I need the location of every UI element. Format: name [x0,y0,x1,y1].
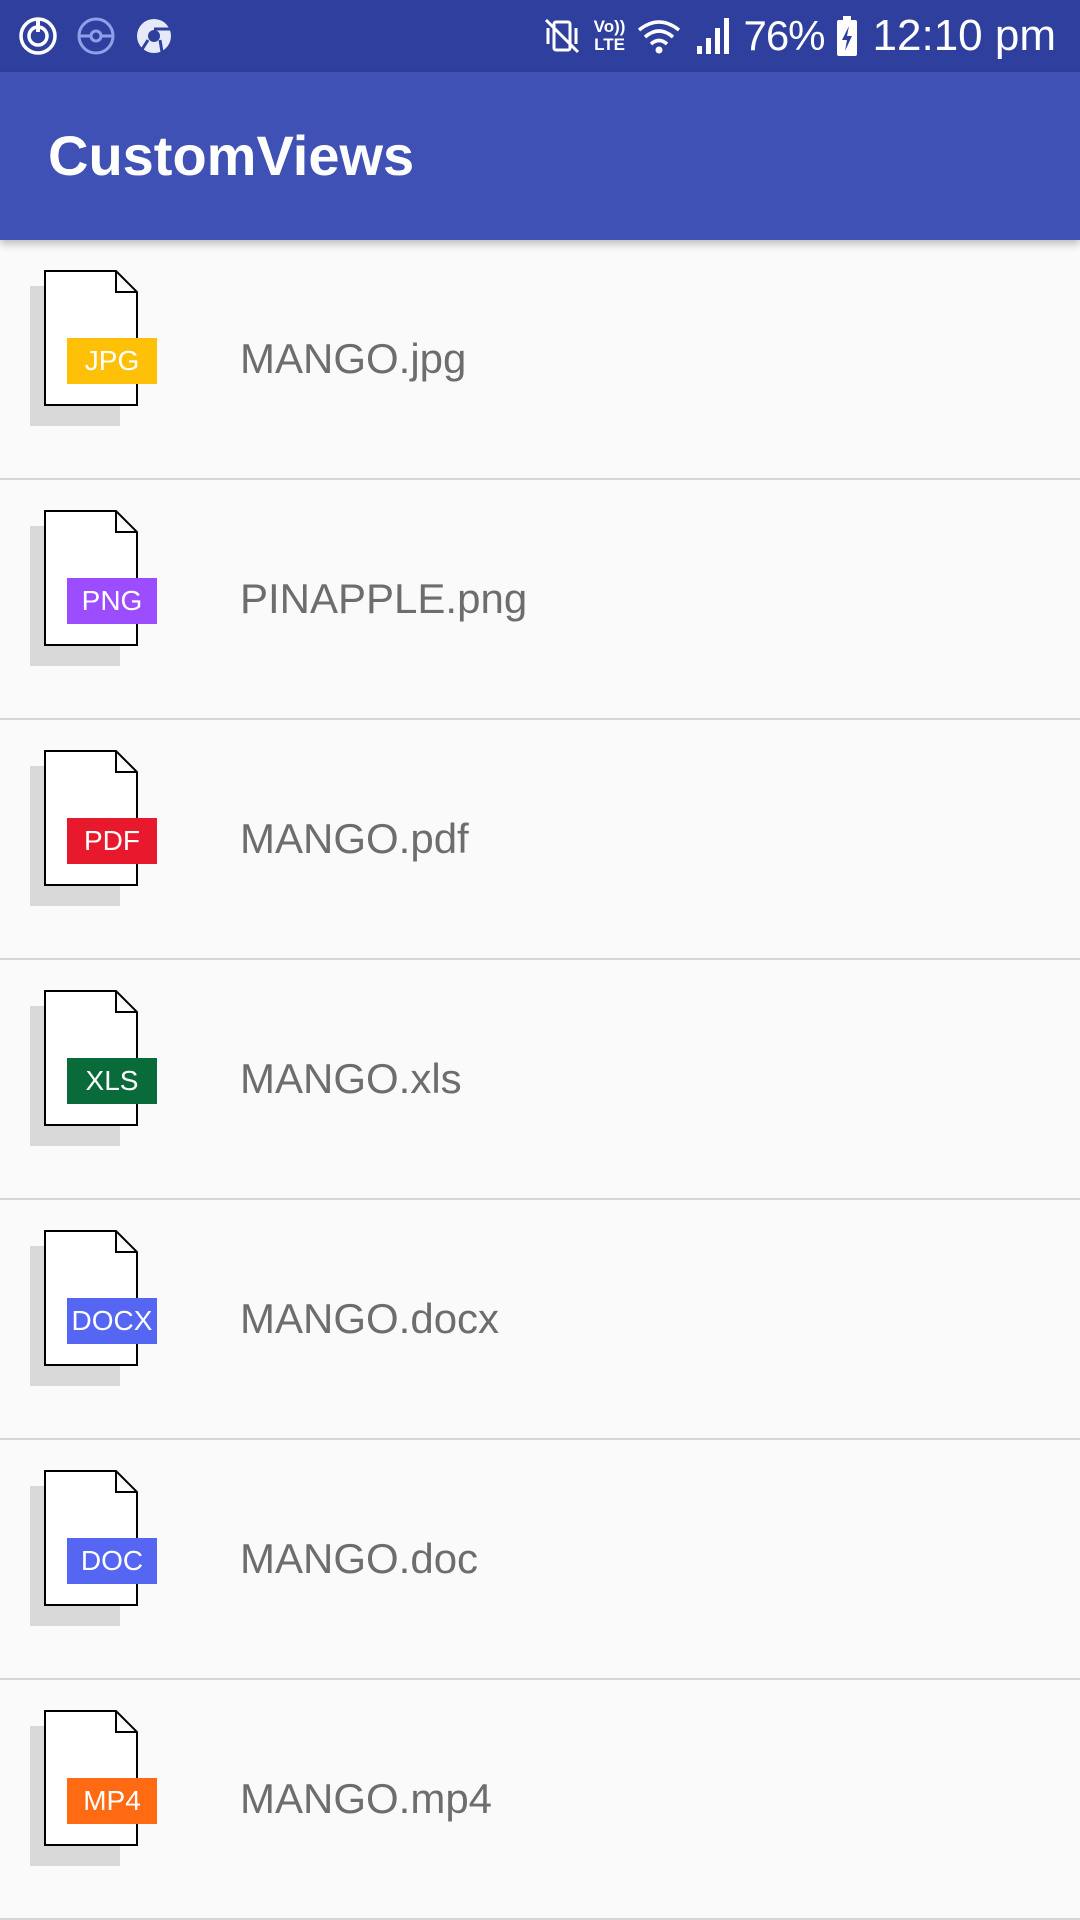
file-type-icon: MP4 [30,1710,160,1870]
file-type-icon: DOCX [30,1230,160,1390]
volte-top-label: Vo)) [593,17,626,36]
file-name: MANGO.pdf [240,815,469,862]
file-name: MANGO.jpg [240,335,467,382]
file-list-item[interactable]: PDF MANGO.pdf [0,720,1080,960]
file-list-item[interactable]: MP4 MANGO.mp4 [0,1680,1080,1920]
status-notification-icons [16,14,176,58]
file-list: JPG MANGO.jpg PNG PINAPPLE.png PDF MANGO… [0,240,1080,1920]
status-clock: 12:10 pm [872,11,1056,60]
app-title: CustomViews [48,124,415,187]
vibrate-mute-icon [540,14,584,58]
file-list-item[interactable]: XLS MANGO.xls [0,960,1080,1200]
file-name: MANGO.xls [240,1055,462,1102]
file-extension-badge: MP4 [67,1778,157,1824]
file-extension-badge: DOCX [67,1298,157,1344]
file-type-icon: JPG [30,270,160,430]
file-name: MANGO.docx [240,1295,500,1342]
file-type-icon: PNG [30,510,160,670]
file-type-icon: DOC [30,1470,160,1630]
file-list-item[interactable]: DOCX MANGO.docx [0,1200,1080,1440]
file-extension-badge: PDF [67,818,157,864]
file-list-item[interactable]: DOC MANGO.doc [0,1440,1080,1680]
file-type-icon: XLS [30,990,160,1150]
status-bar: Vo)) LTE 76% 12:10 pm [0,0,1080,72]
sync-icon [16,14,60,58]
chrome-icon [132,14,176,58]
file-name: MANGO.mp4 [240,1775,493,1822]
app-bar: CustomViews [0,72,1080,240]
file-extension-badge: JPG [67,338,157,384]
volte-bottom-label: LTE [594,35,625,54]
file-extension-badge: DOC [67,1538,157,1584]
file-list-item[interactable]: JPG MANGO.jpg [0,240,1080,480]
file-list-item[interactable]: PNG PINAPPLE.png [0,480,1080,720]
status-system-icons: Vo)) LTE 76% 12:10 pm [540,0,1056,72]
battery-charging-icon [835,14,859,58]
file-extension-badge: PNG [67,578,157,624]
wifi-icon [635,14,683,58]
signal-icon [693,14,733,58]
pokemon-go-icon [74,14,118,58]
file-type-icon: PDF [30,750,160,910]
file-name: PINAPPLE.png [240,575,528,622]
file-extension-badge: XLS [67,1058,157,1104]
file-name: MANGO.doc [240,1535,479,1582]
battery-percentage: 76% [743,12,825,59]
volte-icon: Vo)) LTE [594,18,626,54]
